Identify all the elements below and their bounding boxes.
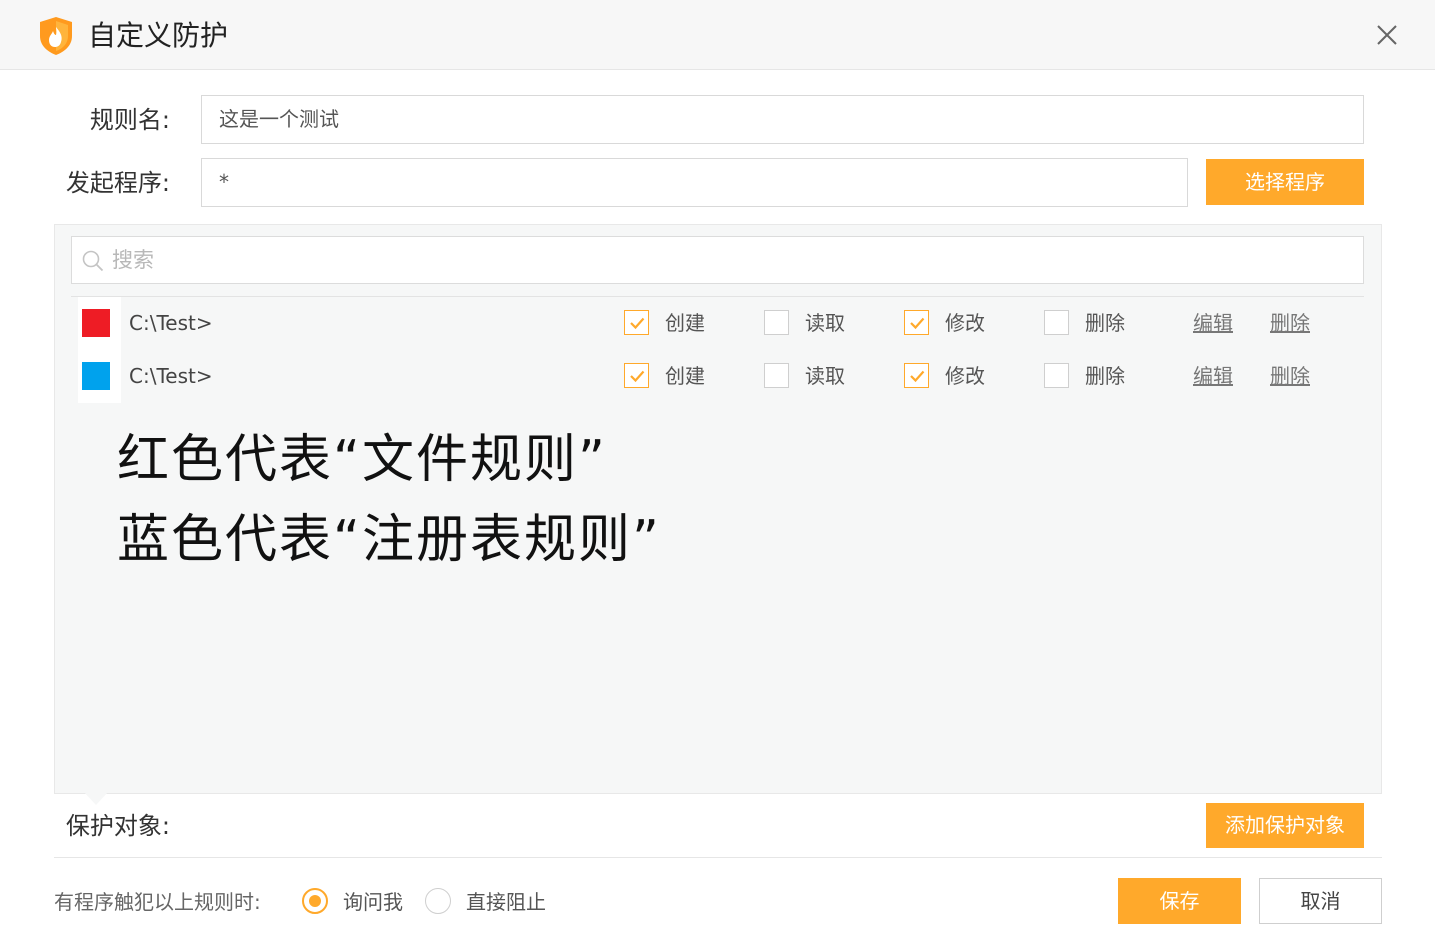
create-checkbox[interactable] [624,310,649,335]
delete-label: 删除 [1085,364,1125,388]
rule-name-label: 规则名: [89,106,170,134]
delete-checkbox[interactable] [1044,310,1069,335]
modify-checkbox[interactable] [904,310,929,335]
create-label: 创建 [665,364,705,388]
checkmark-icon [910,317,925,330]
protect-target-label: 保护对象: [65,812,170,840]
title-bar: 自定义防护 [0,0,1435,70]
save-button[interactable]: 保存 [1118,878,1241,924]
add-protect-target-button[interactable]: 添加保护对象 [1206,803,1364,848]
divider [54,857,1382,858]
file-rule-color-swatch [82,309,110,337]
checkmark-icon [630,317,645,330]
trigger-action-label: 有程序触犯以上规则时: [54,890,261,914]
search-icon [82,250,104,272]
blue-legend-annotation: 蓝色代表“注册表规则” [117,510,661,570]
edit-link[interactable]: 编辑 [1193,309,1233,337]
block-directly-label[interactable]: 直接阻止 [466,888,546,916]
read-checkbox[interactable] [764,310,789,335]
checkmark-icon [630,370,645,383]
search-box[interactable]: 搜索 [71,236,1364,284]
create-label: 创建 [665,311,705,335]
remove-link[interactable]: 删除 [1270,362,1310,390]
create-checkbox[interactable] [624,363,649,388]
rule-name-input[interactable]: 这是一个测试 [201,95,1364,144]
checkmark-icon [910,370,925,383]
window-title: 自定义防护 [88,19,229,52]
modify-label: 修改 [945,311,985,335]
rule-path: C:\Test> [129,311,213,335]
ask-me-label[interactable]: 询问我 [343,888,403,916]
program-label: 发起程序: [65,169,170,197]
modify-label: 修改 [945,364,985,388]
rules-panel: 搜索 C:\Test> 创建 读取 修改 删除 编辑 删除 C:\Test> 创… [54,224,1382,794]
read-label: 读取 [805,364,845,388]
close-icon[interactable] [1372,20,1402,50]
edit-link[interactable]: 编辑 [1193,362,1233,390]
red-legend-annotation: 红色代表“文件规则” [117,430,607,490]
remove-link[interactable]: 删除 [1270,309,1310,337]
rule-path: C:\Test> [129,364,213,388]
delete-label: 删除 [1085,311,1125,335]
shield-flame-icon [40,17,72,55]
ask-me-radio[interactable] [302,888,328,914]
read-checkbox[interactable] [764,363,789,388]
read-label: 读取 [805,311,845,335]
cancel-button[interactable]: 取消 [1259,878,1382,924]
program-input[interactable]: * [201,158,1188,207]
modify-checkbox[interactable] [904,363,929,388]
panel-pointer [84,792,108,805]
search-input[interactable]: 搜索 [112,247,154,273]
registry-rule-color-swatch [82,362,110,390]
select-program-button[interactable]: 选择程序 [1206,159,1364,205]
rule-row: C:\Test> 创建 读取 修改 删除 编辑 删除 [71,350,1364,403]
rule-row: C:\Test> 创建 读取 修改 删除 编辑 删除 [71,297,1364,350]
delete-checkbox[interactable] [1044,363,1069,388]
block-directly-radio[interactable] [425,888,451,914]
